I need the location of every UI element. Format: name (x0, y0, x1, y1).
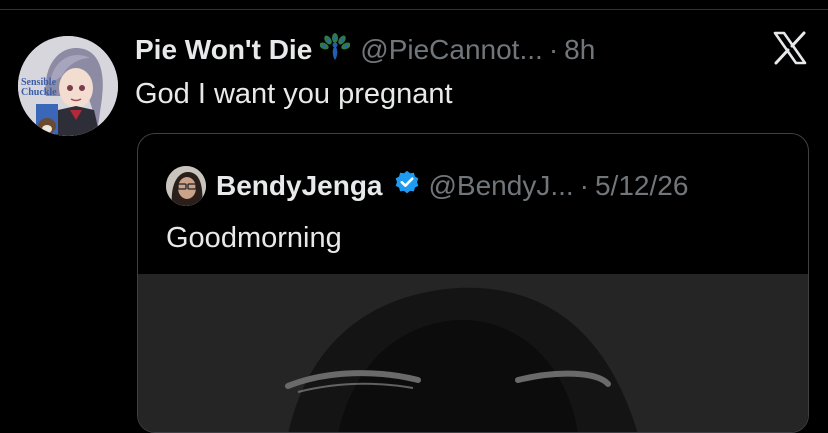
x-logo-icon[interactable] (772, 30, 808, 71)
avatar[interactable]: Sensible Chuckle (18, 36, 118, 136)
author-display-name[interactable]: Pie Won't Die (135, 34, 312, 66)
quoted-tweet-text: Goodmorning (166, 222, 342, 254)
quoted-tweet-media[interactable] (138, 274, 808, 432)
top-divider (0, 9, 828, 10)
tweet-header: Pie Won't Die @PieCannot... · 8h (135, 30, 595, 70)
avatar-caption-line2: Chuckle (21, 87, 57, 98)
author-handle[interactable]: @PieCannot... (360, 34, 543, 66)
quoted-author-handle[interactable]: @BendyJ... (429, 170, 574, 202)
quoted-tweet-date[interactable]: 5/12/26 (595, 170, 688, 202)
tweet-text: God I want you pregnant (135, 78, 453, 110)
avatar-image: Sensible Chuckle (18, 36, 118, 136)
quoted-author-display-name[interactable]: BendyJenga (216, 170, 383, 202)
verified-icon (393, 169, 421, 204)
quoted-tweet-header: BendyJenga @BendyJ... · 5/12/26 (166, 164, 688, 208)
quoted-author-avatar[interactable] (166, 166, 206, 206)
header-separator: · (548, 34, 559, 65)
quoted-header-separator: · (579, 170, 589, 201)
quoted-media-photo (138, 274, 808, 432)
peacock-icon (319, 32, 351, 69)
tweet-timestamp[interactable]: 8h (564, 34, 595, 66)
quoted-tweet-card[interactable]: BendyJenga @BendyJ... · 5/12/26 Goodmorn… (137, 133, 809, 433)
